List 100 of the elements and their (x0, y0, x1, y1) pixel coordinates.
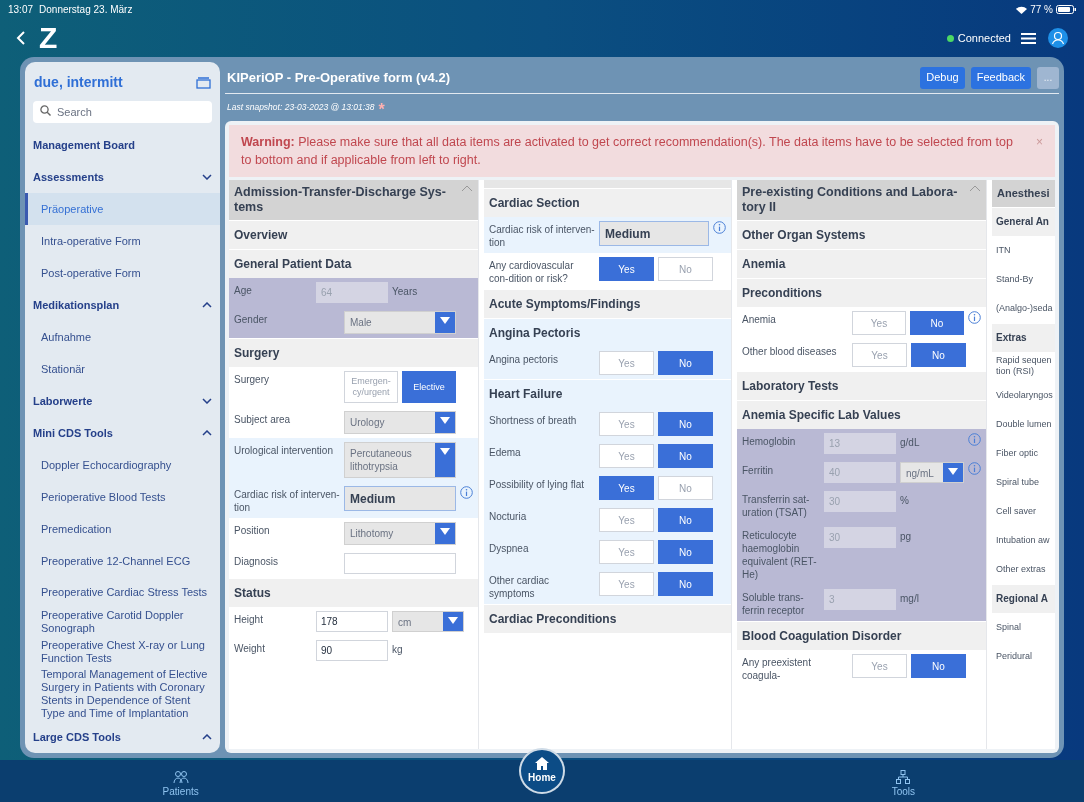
field-label: Diagnosis (234, 555, 279, 568)
section-heading: Other Organ Systems (737, 220, 986, 249)
option-label: ITN (996, 244, 1011, 256)
choice-button[interactable]: Yes (599, 508, 654, 532)
option-label: Rapid sequen tion (RSI) (996, 355, 1053, 377)
choice-button[interactable]: No (658, 412, 713, 436)
form-title: KIPeriOP - Pre-Operative form (v4.2) (227, 68, 451, 87)
unit-label: Years (392, 285, 418, 299)
field-label: Possibility of lying flat (489, 478, 586, 491)
sidebar-item[interactable]: Preoperative Chest X-ray or Lung Function Tests (25, 637, 220, 667)
sidebar-item[interactable]: Präoperative (25, 193, 220, 225)
field-label: Anemia (742, 313, 777, 326)
field-label: Gender (234, 313, 269, 326)
section-heading: Surgery (229, 338, 478, 367)
option-label: Stand-By (996, 273, 1034, 285)
choice-button[interactable]: No (658, 444, 713, 468)
option-label: Other extras (996, 563, 1046, 575)
sidebar-item[interactable]: Preoperative 12-Channel ECG (25, 545, 220, 577)
section-title: Anesthesi (997, 186, 1051, 201)
input-field[interactable]: 178 (316, 611, 388, 632)
sidebar-item[interactable]: Premedication (25, 513, 220, 545)
sidebar-item[interactable]: Preoperative Cardiac Stress Tests (25, 577, 220, 607)
choice-button[interactable]: Emergen-cy/urgent (344, 371, 398, 403)
section-heading: Regional A (992, 583, 1055, 613)
input-field[interactable]: 90 (316, 640, 388, 661)
sidebar-group[interactable]: Management Board (25, 129, 220, 161)
nav-tab[interactable]: Patients (162, 770, 199, 802)
option-label: Peridural (996, 650, 1033, 662)
choice-button[interactable]: Yes (852, 343, 907, 367)
option-label: Intubation aw (996, 534, 1050, 546)
sidebar-group[interactable]: Medikationsplan (25, 289, 220, 321)
choice-button[interactable]: No (910, 311, 964, 335)
warning-message: Warning: Please make sure that all data items are activated to get correct recommendation(s). The data items have to be selected from top to bottom and if applicable from left to right. (241, 134, 1014, 169)
sidebar-item[interactable]: Post-operative Form (25, 257, 220, 289)
field-label: Dyspnea (489, 542, 530, 555)
choice-button[interactable]: Yes (599, 257, 654, 281)
field-label: Cardiac risk of interven-tion (489, 223, 595, 249)
field-label: Weight (234, 642, 266, 655)
status-time: 13:07 (8, 3, 34, 17)
unsaved-marker: * (378, 100, 385, 118)
option-label: (Analgo-)seda (996, 302, 1053, 314)
choice-button[interactable]: No (911, 343, 966, 367)
choice-button[interactable]: Yes (852, 654, 907, 678)
sidebar-item[interactable]: Aufnahme (25, 321, 220, 353)
choice-button[interactable]: Yes (599, 351, 654, 375)
choice-button[interactable]: Elective (402, 371, 456, 403)
section-heading: Status (229, 578, 478, 607)
search-field[interactable]: Search (33, 101, 212, 123)
dropdown[interactable]: Lithotomy (344, 522, 456, 545)
field-label: Shortness of breath (489, 414, 578, 427)
sidebar-item[interactable]: Perioperative Blood Tests (25, 481, 220, 513)
field-label: Other cardiac symptoms (489, 574, 551, 600)
sidebar-group[interactable]: Laborwerte (25, 385, 220, 417)
section-heading: Heart Failure (484, 379, 731, 408)
home-tab[interactable]: Home (519, 748, 565, 794)
dropdown[interactable]: Male (344, 311, 456, 334)
sidebar-item[interactable]: Preoperative Carotid Doppler Sonograph (25, 607, 220, 637)
app-logo: Z (39, 23, 58, 53)
section-heading: Preconditions (737, 278, 986, 307)
connection-status: Connected (957, 30, 1011, 46)
action-button[interactable]: Feedback (970, 66, 1031, 89)
choice-button[interactable]: Yes (599, 444, 654, 468)
section-heading: Extras (992, 322, 1055, 352)
sidebar-item[interactable]: Stationär (25, 353, 220, 385)
option-label: Double lumen (996, 418, 1052, 430)
choice-button[interactable]: Yes (599, 476, 654, 500)
unit-label: % (900, 494, 909, 508)
action-button[interactable]: Debug (920, 66, 965, 89)
sidebar-item[interactable]: Doppler Echocardiography (25, 449, 220, 481)
choice-button[interactable]: No (658, 572, 713, 596)
section-heading: Angina Pectoris (484, 318, 731, 347)
sidebar-group[interactable]: Large CDS Tools (25, 721, 220, 753)
dropdown[interactable]: Urology (344, 411, 456, 434)
dropdown[interactable]: cm (392, 611, 464, 632)
sidebar-item[interactable]: Temporal Management of Elective Surgery in Patients with Coronary Stents in Dependence of Stent Type and Time of Implantation (25, 667, 220, 721)
choice-button[interactable]: Yes (599, 412, 654, 436)
choice-button[interactable]: No (911, 654, 966, 678)
status-date: Donnerstag 23. März (39, 3, 133, 17)
section-heading: Laboratory Tests (737, 371, 986, 400)
field-label: Age (234, 284, 253, 297)
choice-button[interactable]: No (658, 351, 713, 375)
choice-button[interactable]: No (658, 540, 713, 564)
choice-button[interactable]: No (658, 476, 713, 500)
sidebar-group[interactable]: Assessments (25, 161, 220, 193)
choice-button[interactable]: No (658, 508, 713, 532)
field-label: Any preexistent coagula- (742, 656, 812, 682)
section-heading: General An (992, 206, 1055, 236)
section-heading: Cardiac Section (484, 188, 731, 217)
choice-button[interactable]: Yes (852, 311, 906, 335)
field-label: Ferritin (742, 464, 775, 477)
sidebar-group[interactable]: Mini CDS Tools (25, 417, 220, 449)
nav-tab[interactable]: Tools (891, 770, 915, 802)
choice-button[interactable]: Yes (599, 572, 654, 596)
unit-label: g/dL (900, 436, 920, 450)
dropdown[interactable]: Percutaneous lithotrypsia (344, 442, 456, 478)
choice-button[interactable]: Yes (599, 540, 654, 564)
sidebar-item[interactable]: Intra-operative Form (25, 225, 220, 257)
section-heading: Acute Symptoms/Findings (484, 289, 731, 318)
option-label: Videolaryngos (996, 389, 1053, 401)
choice-button[interactable]: No (658, 257, 713, 281)
